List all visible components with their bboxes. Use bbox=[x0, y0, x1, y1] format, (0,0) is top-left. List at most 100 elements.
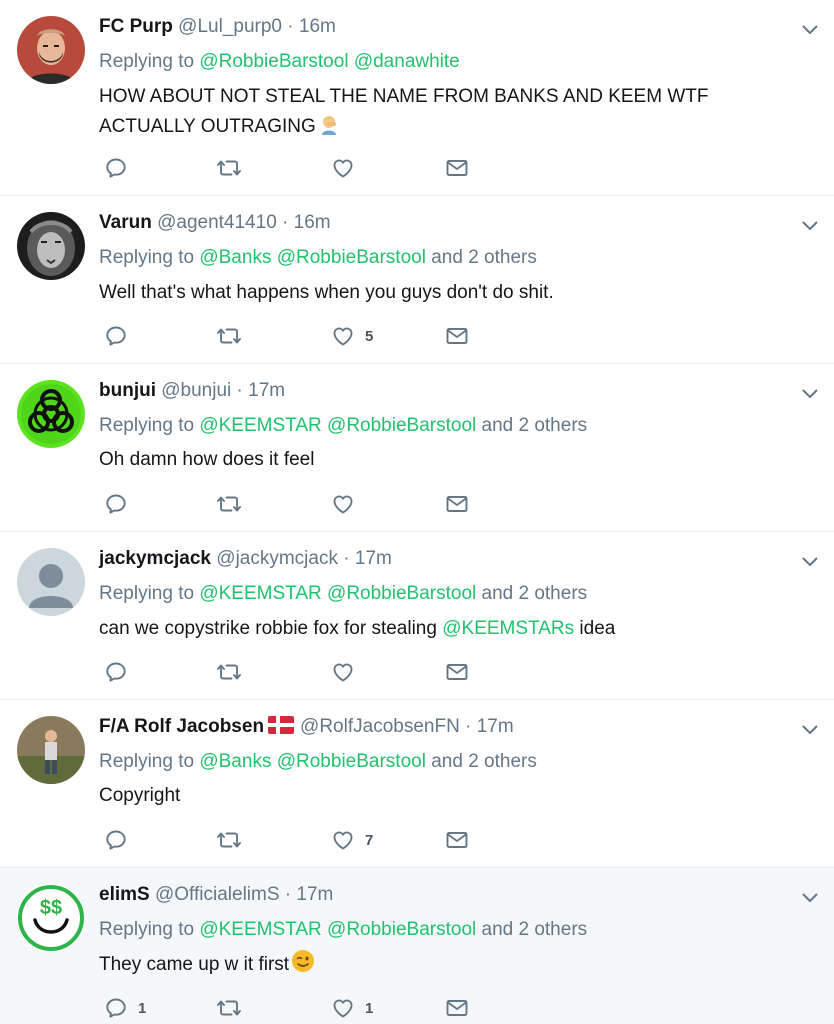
reply-button[interactable]: 1 bbox=[104, 994, 146, 1022]
mention-link[interactable]: @RobbieBarstool bbox=[327, 415, 476, 436]
replying-prefix: Replying to bbox=[99, 247, 195, 268]
display-name[interactable]: bunjui bbox=[99, 380, 156, 401]
replying-to: Replying to @KEEMSTAR @RobbieBarstool an… bbox=[99, 918, 587, 942]
direct-message-button[interactable] bbox=[445, 658, 469, 686]
reply-icon bbox=[104, 324, 128, 348]
tweet-header: Varun @agent41410 · 16m bbox=[99, 211, 331, 235]
like-button[interactable] bbox=[331, 490, 365, 518]
chevron-down-icon[interactable] bbox=[800, 888, 820, 908]
mention-link[interactable]: @KEEMSTAR bbox=[199, 415, 321, 436]
direct-message-button[interactable] bbox=[445, 154, 469, 182]
timestamp[interactable]: 17m bbox=[296, 884, 333, 905]
display-name[interactable]: FC Purp bbox=[99, 16, 173, 37]
mention-link[interactable]: @Banks bbox=[199, 751, 271, 772]
avatar[interactable] bbox=[17, 548, 85, 616]
like-button[interactable]: 7 bbox=[331, 826, 373, 854]
like-icon bbox=[331, 492, 355, 516]
tweet-header: jackymcjack @jackymcjack · 17m bbox=[99, 547, 392, 571]
others-link[interactable]: and 2 others bbox=[431, 247, 537, 268]
retweet-button[interactable] bbox=[216, 826, 242, 854]
timestamp[interactable]: 17m bbox=[248, 380, 285, 401]
direct-message-button[interactable] bbox=[445, 826, 469, 854]
reply-button[interactable] bbox=[104, 658, 138, 686]
retweet-button[interactable] bbox=[216, 994, 242, 1022]
user-handle[interactable]: @RolfJacobsenFN bbox=[300, 716, 460, 737]
display-name[interactable]: F/A Rolf Jacobsen bbox=[99, 716, 264, 737]
like-count: 1 bbox=[365, 999, 374, 1017]
tweet-actions bbox=[104, 490, 484, 518]
timestamp[interactable]: 17m bbox=[477, 716, 514, 737]
others-link[interactable]: and 2 others bbox=[431, 751, 537, 772]
user-handle[interactable]: @jackymcjack bbox=[216, 548, 338, 569]
tweet-text: Copyright bbox=[99, 781, 799, 811]
replying-prefix: Replying to bbox=[99, 51, 195, 72]
tweet[interactable]: bunjui @bunjui · 17m Replying to @KEEMST… bbox=[0, 364, 834, 532]
mention-link[interactable]: @danawhite bbox=[354, 51, 460, 72]
avatar[interactable] bbox=[17, 16, 85, 84]
reply-button[interactable] bbox=[104, 490, 138, 518]
flag-denmark-icon bbox=[268, 716, 295, 741]
separator: · bbox=[236, 380, 243, 401]
tweet[interactable]: jackymcjack @jackymcjack · 17m Replying … bbox=[0, 532, 834, 700]
display-name[interactable]: Varun bbox=[99, 212, 152, 233]
user-handle[interactable]: @OfficialelimS bbox=[155, 884, 280, 905]
avatar[interactable] bbox=[17, 380, 85, 448]
mention-link[interactable]: @RobbieBarstool bbox=[277, 247, 426, 268]
retweet-button[interactable] bbox=[216, 322, 242, 350]
tweet-actions bbox=[104, 154, 484, 182]
avatar[interactable] bbox=[17, 212, 85, 280]
chevron-down-icon[interactable] bbox=[800, 552, 820, 572]
tweet[interactable]: $$ elimS @OfficialelimS · 17m Replying t… bbox=[0, 868, 834, 1024]
like-button[interactable] bbox=[331, 154, 365, 182]
user-handle[interactable]: @agent41410 bbox=[157, 212, 277, 233]
mention-link[interactable]: @KEEMSTAR bbox=[199, 919, 321, 940]
reply-button[interactable] bbox=[104, 826, 138, 854]
reply-button[interactable] bbox=[104, 154, 138, 182]
chevron-down-icon[interactable] bbox=[800, 216, 820, 236]
others-link[interactable]: and 2 others bbox=[482, 583, 588, 604]
retweet-button[interactable] bbox=[216, 490, 242, 518]
reply-button[interactable] bbox=[104, 322, 138, 350]
timestamp[interactable]: 16m bbox=[294, 212, 331, 233]
mention-link[interactable]: @KEEMSTAR bbox=[199, 583, 321, 604]
tweet[interactable]: Varun @agent41410 · 16m Replying to @Ban… bbox=[0, 196, 834, 364]
mention-link[interactable]: @RobbieBarstool bbox=[277, 751, 426, 772]
display-name[interactable]: elimS bbox=[99, 884, 150, 905]
tweet-header: FC Purp @Lul_purp0 · 16m bbox=[99, 15, 336, 39]
user-handle[interactable]: @Lul_purp0 bbox=[178, 16, 282, 37]
tweet[interactable]: F/A Rolf Jacobsen @RolfJacobsenFN · 17m R… bbox=[0, 700, 834, 868]
mention-link[interactable]: @Banks bbox=[199, 247, 271, 268]
tweet-text-line: can we copystrike robbie fox for stealin… bbox=[99, 618, 443, 639]
tweet-header: bunjui @bunjui · 17m bbox=[99, 379, 285, 403]
reply-icon bbox=[104, 996, 128, 1020]
like-button[interactable]: 1 bbox=[331, 994, 373, 1022]
mention-link[interactable]: @RobbieBarstool bbox=[199, 51, 348, 72]
timestamp[interactable]: 16m bbox=[299, 16, 336, 37]
others-link[interactable]: and 2 others bbox=[482, 919, 588, 940]
others-link[interactable]: and 2 others bbox=[482, 415, 588, 436]
tweet-text: Well that's what happens when you guys d… bbox=[99, 278, 799, 308]
direct-message-icon bbox=[445, 828, 469, 852]
user-handle[interactable]: @bunjui bbox=[161, 380, 231, 401]
direct-message-button[interactable] bbox=[445, 490, 469, 518]
mention-link[interactable]: @RobbieBarstool bbox=[327, 919, 476, 940]
avatar[interactable]: $$ bbox=[17, 884, 85, 952]
chevron-down-icon[interactable] bbox=[800, 720, 820, 740]
timestamp[interactable]: 17m bbox=[355, 548, 392, 569]
display-name[interactable]: jackymcjack bbox=[99, 548, 211, 569]
direct-message-button[interactable] bbox=[445, 322, 469, 350]
mention-link[interactable]: @RobbieBarstool bbox=[327, 583, 476, 604]
chevron-down-icon[interactable] bbox=[800, 384, 820, 404]
replying-prefix: Replying to bbox=[99, 751, 195, 772]
direct-message-icon bbox=[445, 660, 469, 684]
retweet-button[interactable] bbox=[216, 658, 242, 686]
like-button[interactable] bbox=[331, 658, 365, 686]
direct-message-button[interactable] bbox=[445, 994, 469, 1022]
avatar[interactable] bbox=[17, 716, 85, 784]
like-button[interactable]: 5 bbox=[331, 322, 373, 350]
tweet[interactable]: FC Purp @Lul_purp0 · 16m Replying to @Ro… bbox=[0, 0, 834, 196]
mention-link[interactable]: @KEEMSTARs bbox=[442, 618, 574, 639]
retweet-button[interactable] bbox=[216, 154, 242, 182]
retweet-icon bbox=[216, 156, 242, 180]
chevron-down-icon[interactable] bbox=[800, 20, 820, 40]
